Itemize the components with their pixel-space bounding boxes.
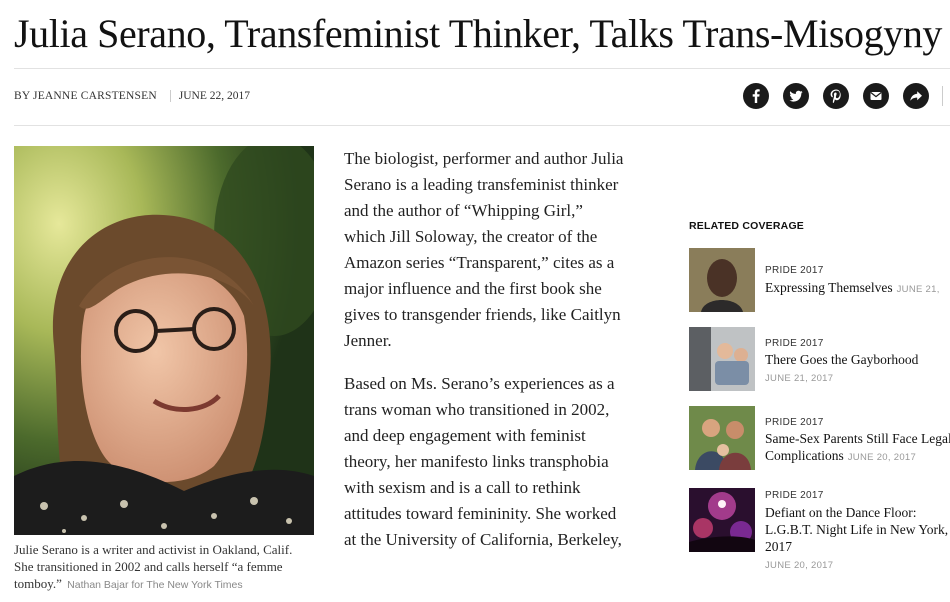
share-arrow-icon	[910, 91, 922, 101]
header-divider	[14, 68, 950, 69]
related-date: JUNE 20, 2017	[847, 452, 917, 463]
byline-divider	[14, 125, 950, 126]
byline-date: JUNE 22, 2017	[169, 90, 250, 102]
portrait-image	[14, 146, 314, 535]
related-thumbnail[interactable]	[689, 406, 755, 470]
article-headline: Julia Serano, Transfeminist Thinker, Tal…	[14, 11, 943, 56]
twitter-icon	[789, 90, 803, 102]
article-paragraph: The biologist, performer and author Juli…	[344, 149, 624, 350]
related-item[interactable]: PRIDE 2017 Same-Sex Parents Still Face L…	[689, 406, 950, 472]
share-tools	[743, 83, 929, 109]
related-kicker: PRIDE 2017	[765, 490, 824, 501]
facebook-icon	[752, 89, 760, 103]
related-thumbnail[interactable]	[689, 488, 755, 552]
related-title[interactable]: Defiant on the Dance Floor: L.G.B.T. Nig…	[765, 504, 950, 574]
share-email-button[interactable]	[863, 83, 889, 109]
related-coverage-heading: RELATED COVERAGE	[689, 220, 805, 232]
article-body: The biologist, performer and author Juli…	[344, 146, 626, 570]
related-kicker: PRIDE 2017	[765, 265, 824, 276]
photo-credit: Nathan Bajar for The New York Times	[67, 579, 243, 591]
share-more-button[interactable]	[903, 83, 929, 109]
related-thumbnail[interactable]	[689, 248, 755, 312]
related-title[interactable]: Same-Sex Parents Still Face Legal Compli…	[765, 430, 950, 466]
related-date: JUNE 20, 2017	[765, 560, 834, 571]
related-item[interactable]: PRIDE 2017 There Goes the Gayborhood JUNE…	[689, 327, 950, 393]
related-date: JUNE 21,	[896, 284, 940, 295]
related-thumbnail[interactable]	[689, 327, 755, 391]
related-title[interactable]: Expressing Themselves JUNE 21,	[765, 279, 950, 298]
share-divider	[942, 86, 943, 106]
pinterest-icon	[830, 89, 841, 103]
related-title[interactable]: There Goes the Gayborhood JUNE 21, 2017	[765, 351, 950, 387]
article-paragraph: Based on Ms. Serano’s experiences as a t…	[344, 374, 622, 549]
related-item[interactable]: PRIDE 2017 Defiant on the Dance Floor: L…	[689, 488, 950, 571]
related-date: JUNE 21, 2017	[765, 373, 834, 384]
photo-caption: Julie Serano is a writer and activist in…	[14, 541, 314, 594]
lead-photo[interactable]	[14, 146, 314, 535]
related-kicker: PRIDE 2017	[765, 417, 824, 428]
related-item[interactable]: PRIDE 2017 Expressing Themselves JUNE 21,	[689, 248, 950, 314]
share-facebook-button[interactable]	[743, 83, 769, 109]
related-kicker: PRIDE 2017	[765, 338, 824, 349]
byline: By JEANNE CARSTENSEN JUNE 22, 2017	[14, 90, 250, 102]
share-pinterest-button[interactable]	[823, 83, 849, 109]
byline-author[interactable]: By JEANNE CARSTENSEN	[14, 90, 157, 102]
share-twitter-button[interactable]	[783, 83, 809, 109]
email-icon	[870, 92, 882, 100]
